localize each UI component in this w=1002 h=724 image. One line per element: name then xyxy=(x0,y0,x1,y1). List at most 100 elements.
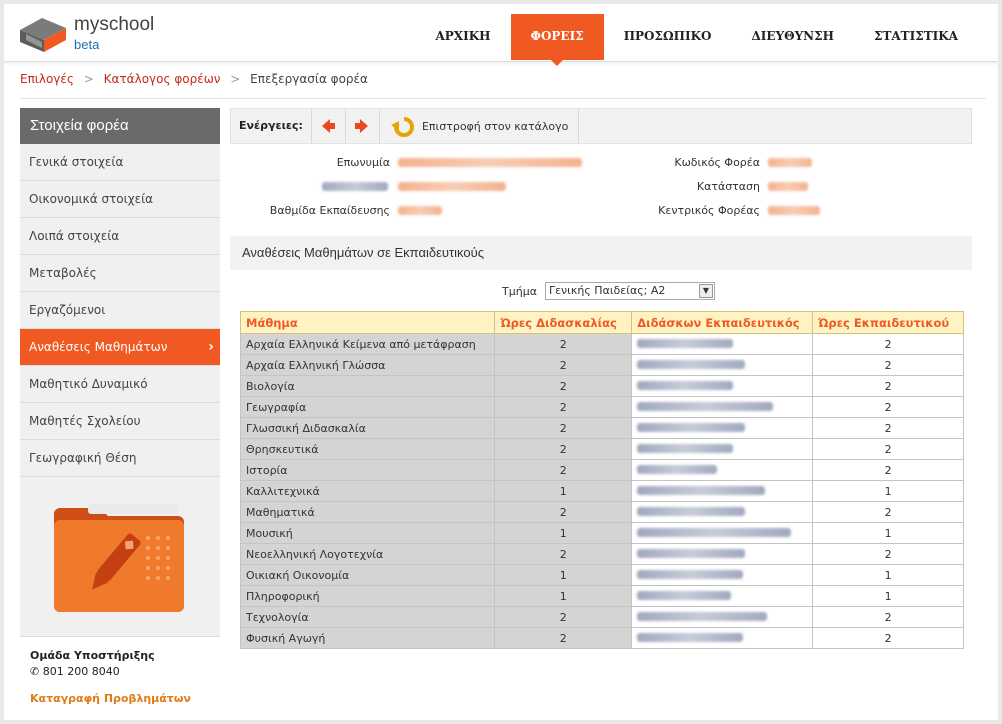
teacher-cell xyxy=(631,480,814,502)
teacher-hours-cell: 1 xyxy=(812,522,964,544)
breadcrumb-separator: > xyxy=(230,72,241,86)
column-header-teacher-hours[interactable]: Ώρες Εκπαιδευτικού xyxy=(812,311,964,334)
teacher-cell xyxy=(631,606,814,628)
teacher-cell xyxy=(631,417,814,439)
sidebar-item-label: Γεωγραφική Θέση xyxy=(29,451,137,465)
sidebar-item-label: Λοιπά στοιχεία xyxy=(29,229,120,243)
return-to-catalog-button[interactable]: Επιστροφή στον κατάλογο xyxy=(380,109,580,143)
teacher-cell xyxy=(631,459,814,481)
hours-cell: 2 xyxy=(494,543,633,565)
sidebar-item-label: Μαθητές Σχολείου xyxy=(29,414,141,428)
course-cell: Γεωγραφία xyxy=(239,396,496,418)
table-row[interactable]: Πληροφορική 1 1 xyxy=(239,585,964,607)
course-cell: Φυσική Αγωγή xyxy=(239,627,496,649)
hours-cell: 2 xyxy=(494,375,633,397)
course-cell: Βιολογία xyxy=(239,375,496,397)
redacted-teacher-name xyxy=(637,590,732,600)
teacher-cell xyxy=(631,354,814,376)
nav-institutions[interactable]: ΦΟΡΕΙΣ xyxy=(510,14,604,66)
sidebar-item-course-assignments[interactable]: Αναθέσεις Μαθημάτων › xyxy=(20,329,220,366)
table-row[interactable]: Μουσική 1 1 xyxy=(239,522,964,544)
sidebar-item-general[interactable]: Γενικά στοιχεία xyxy=(20,144,220,181)
table-row[interactable]: Οικιακή Οικονομία 1 1 xyxy=(239,564,964,586)
teacher-cell xyxy=(631,543,814,565)
support-box: Ομάδα Υποστήριξης ✆ 801 200 8040 Καταγρα… xyxy=(20,636,220,720)
teacher-cell xyxy=(631,438,814,460)
teacher-hours-cell: 1 xyxy=(812,585,964,607)
teacher-cell xyxy=(631,522,814,544)
nav-statistics[interactable]: ΣΤΑΤΙΣΤΙΚΑ xyxy=(854,14,978,60)
table-row[interactable]: Θρησκευτικά 2 2 xyxy=(239,438,964,460)
course-cell: Οικιακή Οικονομία xyxy=(239,564,496,586)
teacher-cell xyxy=(631,396,814,418)
course-cell: Αρχαία Ελληνικά Κείμενα από μετάφραση xyxy=(239,333,496,355)
next-button[interactable] xyxy=(346,109,380,143)
table-row[interactable]: Φυσική Αγωγή 2 2 xyxy=(239,627,964,649)
table-row[interactable]: Ιστορία 2 2 xyxy=(239,459,964,481)
redacted-teacher-name xyxy=(637,611,768,621)
return-to-catalog-label: Επιστροφή στον κατάλογο xyxy=(421,119,569,133)
column-header-course[interactable]: Μάθημα xyxy=(239,311,496,334)
table-row[interactable]: Καλλιτεχνικά 1 1 xyxy=(239,480,964,502)
sidebar-item-employees[interactable]: Εργαζόμενοι xyxy=(20,292,220,329)
course-cell: Νεοελληνική Λογοτεχνία xyxy=(239,543,496,565)
class-select-value: Γενικής Παιδείας; Α2 xyxy=(548,284,666,297)
assignments-table: Μάθημα Ώρες Διδασκαλίας Διδάσκων Εκπαιδε… xyxy=(239,311,964,649)
teacher-hours-cell: 2 xyxy=(812,459,964,481)
table-row[interactable]: Νεοελληνική Λογοτεχνία 2 2 xyxy=(239,543,964,565)
sidebar-item-financial[interactable]: Οικονομικά στοιχεία xyxy=(20,181,220,218)
column-header-hours[interactable]: Ώρες Διδασκαλίας xyxy=(494,311,633,334)
redacted-teacher-name xyxy=(637,380,734,390)
sidebar-item-changes[interactable]: Μεταβολές xyxy=(20,255,220,292)
info-name-label: Επωνυμία xyxy=(336,156,390,169)
class-filter: Τμήμα Γενικής Παιδείας; Α2 ▼ xyxy=(502,282,715,300)
column-header-teacher[interactable]: Διδάσκων Εκπαιδευτικός xyxy=(631,311,814,334)
redacted-teacher-name xyxy=(637,338,734,348)
nav-personnel[interactable]: ΠΡΟΣΩΠΙΚΟ xyxy=(604,14,732,60)
table-header-row: Μάθημα Ώρες Διδασκαλίας Διδάσκων Εκπαιδε… xyxy=(239,311,964,334)
nav-directorate[interactable]: ΔΙΕΥΘΥΝΣΗ xyxy=(732,14,854,60)
logo-name: myschool xyxy=(74,14,155,35)
table-row[interactable]: Αρχαία Ελληνική Γλώσσα 2 2 xyxy=(239,354,964,376)
report-problems-link[interactable]: Καταγραφή Προβλημάτων xyxy=(30,692,210,705)
course-cell: Καλλιτεχνικά xyxy=(239,480,496,502)
actions-label: Ενέργειες: xyxy=(231,109,312,143)
actions-toolbar: Ενέργειες: Επιστροφή στον κατάλογο xyxy=(230,108,972,144)
sidebar-item-other[interactable]: Λοιπά στοιχεία xyxy=(20,218,220,255)
table-row[interactable]: Βιολογία 2 2 xyxy=(239,375,964,397)
info-level-label: Βαθμίδα Εκπαίδευσης xyxy=(269,204,390,217)
sidebar-item-label: Εργαζόμενοι xyxy=(29,303,106,317)
breadcrumb-catalog[interactable]: Κατάλογος φορέων xyxy=(104,72,221,86)
class-filter-label: Τμήμα xyxy=(502,284,537,298)
course-cell: Μαθηματικά xyxy=(239,501,496,523)
section-title: Αναθέσεις Μαθημάτων σε Εκπαιδευτικούς xyxy=(230,236,972,270)
teacher-cell xyxy=(631,501,814,523)
myschool-logo[interactable]: myschool beta xyxy=(18,14,178,56)
info-central-label: Κεντρικός Φορέας xyxy=(658,204,760,217)
phone-icon: ✆ xyxy=(30,665,40,678)
previous-button[interactable] xyxy=(312,109,346,143)
table-row[interactable]: Αρχαία Ελληνικά Κείμενα από μετάφραση 2 2 xyxy=(239,333,964,355)
return-icon xyxy=(390,117,414,137)
table-row[interactable]: Μαθηματικά 2 2 xyxy=(239,501,964,523)
page: myschool beta ΑΡΧΙΚΗ ΦΟΡΕΙΣ ΠΡΟΣΩΠΙΚΟ ΔΙ… xyxy=(4,4,998,720)
breadcrumb-options[interactable]: Επιλογές xyxy=(20,72,74,86)
sidebar-item-location[interactable]: Γεωγραφική Θέση xyxy=(20,440,220,477)
redacted-teacher-name xyxy=(637,569,744,579)
redacted-value xyxy=(768,206,820,215)
hours-cell: 1 xyxy=(494,480,633,502)
logo-icon xyxy=(20,18,66,52)
class-select[interactable]: Γενικής Παιδείας; Α2 ▼ xyxy=(544,282,715,300)
sidebar-item-school-students[interactable]: Μαθητές Σχολείου xyxy=(20,403,220,440)
table-row[interactable]: Τεχνολογία 2 2 xyxy=(239,606,964,628)
sidebar-item-student-capacity[interactable]: Μαθητικό Δυναμικό xyxy=(20,366,220,403)
redacted-value xyxy=(768,158,812,167)
sidebar-title: Στοιχεία φορέα xyxy=(20,108,220,144)
table-row[interactable]: Γλωσσική Διδασκαλία 2 2 xyxy=(239,417,964,439)
nav-home[interactable]: ΑΡΧΙΚΗ xyxy=(415,14,510,60)
folder-edit-icon xyxy=(54,504,184,612)
table-row[interactable]: Γεωγραφία 2 2 xyxy=(239,396,964,418)
logo-sub: beta xyxy=(74,37,100,52)
hours-cell: 2 xyxy=(494,501,633,523)
redacted-teacher-name xyxy=(637,464,718,474)
